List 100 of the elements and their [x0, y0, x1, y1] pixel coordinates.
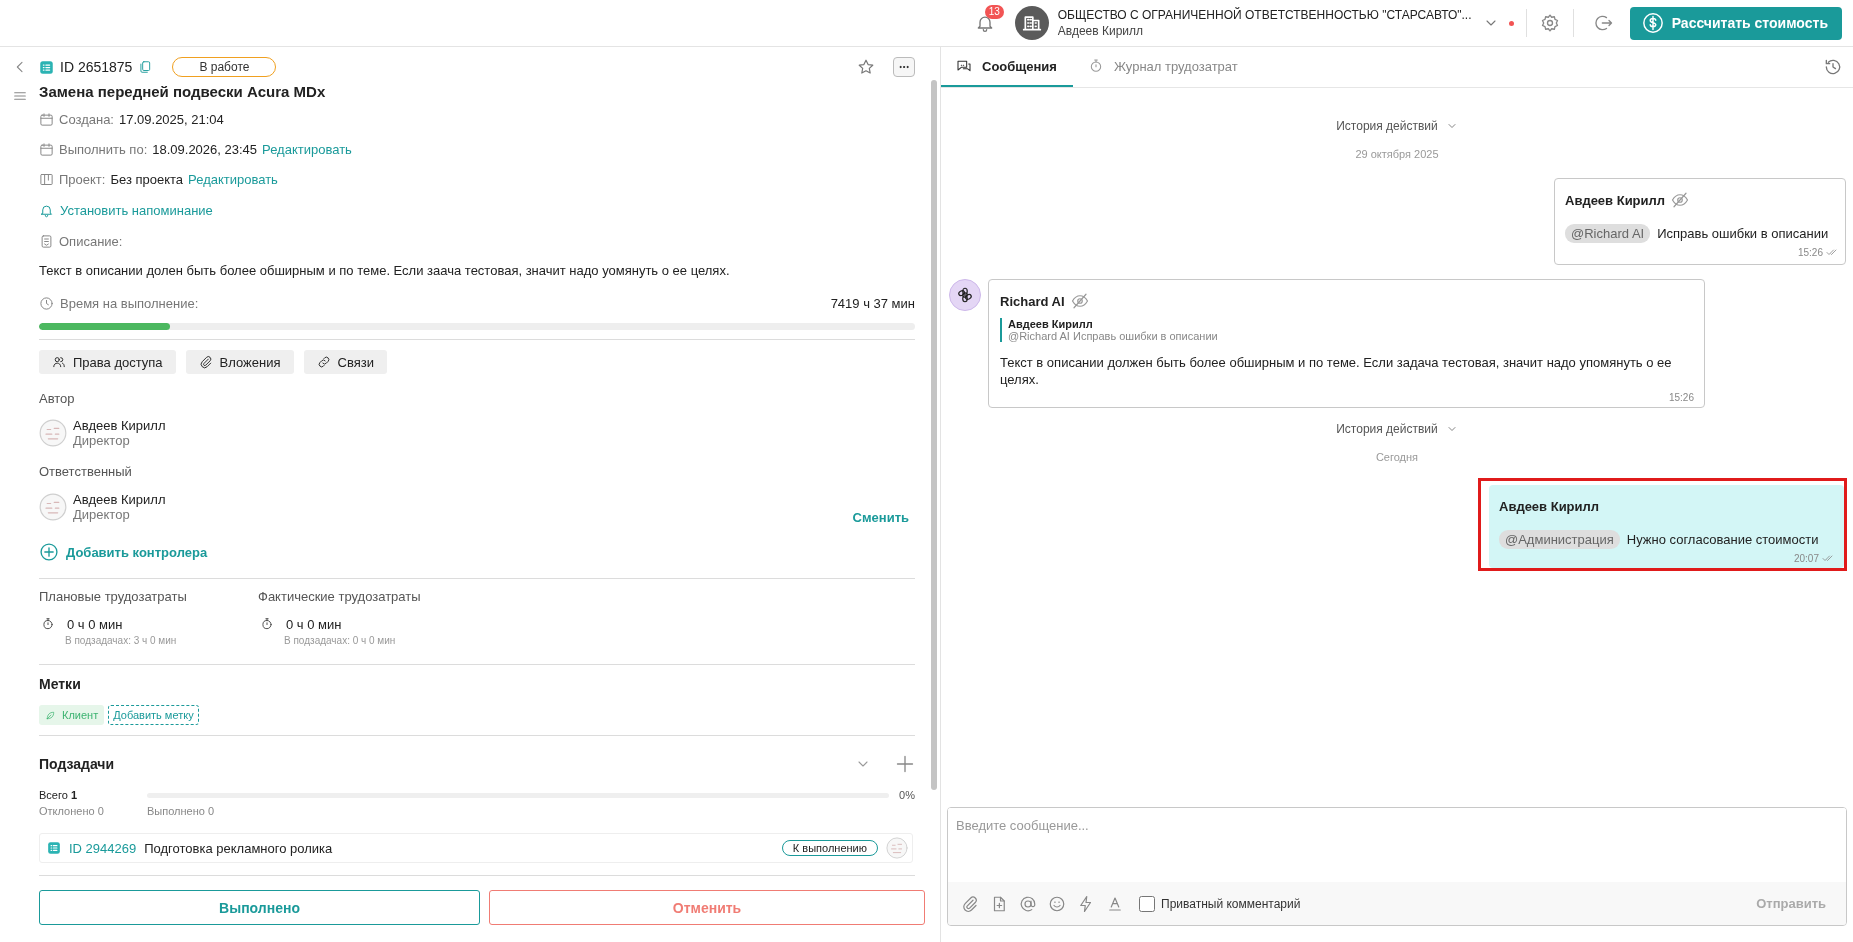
message-time: 15:26	[1797, 246, 1823, 258]
paperclip-icon[interactable]	[961, 894, 979, 913]
action-button[interactable]: Права доступа	[39, 350, 176, 374]
read-ticks-icon	[1822, 552, 1834, 564]
add-tag-button[interactable]: Добавить метку	[108, 705, 199, 725]
quote-author: Авдеев Кирилл	[1008, 318, 1094, 330]
subtask-title: Подготовка рекламного ролика	[144, 840, 333, 856]
link-icon	[316, 355, 331, 369]
message-text: Исправь ошибки в описании	[1657, 226, 1829, 241]
calculate-cost-button[interactable]: Рассчитать стоимость	[1629, 6, 1842, 40]
document-icon	[39, 233, 54, 249]
effort-value: 0 ч 0 мин	[67, 616, 123, 632]
mention-icon[interactable]	[1019, 894, 1037, 913]
set-reminder-link[interactable]: Установить напоминание	[60, 202, 213, 218]
emoji-icon[interactable]	[1048, 894, 1066, 913]
section-title: Подзадачи	[39, 756, 116, 772]
cancel-button[interactable]: Отменить	[489, 890, 925, 925]
description-label: Описание:	[59, 233, 123, 249]
person-name: Авдеев Кирилл	[73, 492, 166, 507]
field-label: Проект:	[59, 171, 106, 187]
message-text: Текст в описании должен быть более обширным и по теме. Если задача тестовая, значит надо упомянуть о ее целях.	[1000, 354, 1673, 388]
field-value: Без проекта	[110, 171, 184, 187]
message-author: Авдеев Кирилл	[1499, 498, 1600, 514]
task-title: Замена передней подвески Acura MDx	[39, 82, 327, 102]
quote-text: @Richard AI Исправь ошибки в описании	[1008, 330, 1219, 342]
person-position: Директор	[73, 433, 131, 448]
mention-chip[interactable]: @Администрация	[1499, 530, 1620, 549]
date-separator: Сегодня	[1374, 450, 1420, 465]
organization-name[interactable]: ОБЩЕСТВО С ОГРАНИЧЕННОЙ ОТВЕТСТВЕННОСТЬЮ "СТАРСАВТО"...	[1057, 8, 1483, 22]
time-value: 7419 ч 37 мин	[830, 295, 915, 311]
subtask-total: Всего 1	[39, 789, 79, 801]
people-icon	[52, 355, 66, 369]
date-separator: 29 октября 2025	[1354, 147, 1440, 162]
message-time: 20:07	[1793, 552, 1819, 564]
add-controller-link[interactable]: Добавить контролера	[66, 544, 208, 560]
add-icon[interactable]	[895, 754, 915, 774]
description-text: Текст в описании долен быть более обширным и по теме. Если заача тестовая, значит надо уомянуть о ее целях.	[39, 262, 731, 280]
rejected-count: Отклонено 0	[39, 805, 105, 819]
board-icon	[39, 171, 54, 187]
person-position: Директор	[73, 507, 131, 522]
settings-icon[interactable]	[1539, 13, 1560, 33]
field-value: 17.09.2025, 21:04	[119, 111, 224, 127]
field-value: 18.09.2026, 23:45	[152, 141, 258, 157]
message-author: Richard AI	[1000, 293, 1065, 309]
person-name: Авдеев Кирилл	[73, 418, 166, 433]
building-icon	[1021, 13, 1042, 33]
action-button[interactable]: Вложения	[185, 350, 294, 374]
calendar-icon	[39, 141, 54, 157]
done-count: Выполнено 0	[147, 805, 215, 819]
role-label: Автор	[39, 390, 76, 408]
status-badge: К выполнению	[781, 840, 878, 856]
avatar	[39, 493, 67, 521]
tab[interactable]: Журнал трудозатрат	[1072, 47, 1254, 87]
status-dot	[1508, 20, 1514, 26]
role-label: Ответственный	[39, 463, 133, 481]
star-icon[interactable]	[857, 58, 875, 76]
paperclip-icon	[198, 355, 213, 369]
add-icon	[39, 542, 59, 562]
bell-icon	[39, 202, 54, 218]
notification-badge: 13	[984, 5, 1004, 19]
tab[interactable]: Сообщения	[941, 47, 1073, 87]
effort-label: Плановые трудозатраты	[39, 588, 188, 606]
subtask-row[interactable]: ID 2944269 Подготовка рекламного ролика К выполнению	[39, 833, 913, 863]
chat-icon	[956, 58, 972, 74]
time-label: Время на выполнение:	[60, 295, 199, 311]
subtask-id[interactable]: ID 2944269	[69, 840, 137, 856]
message-time: 15:26	[1668, 391, 1694, 403]
calendar-icon	[39, 111, 54, 127]
task-id: ID 2651875	[60, 59, 133, 75]
edit-link[interactable]: Редактировать	[262, 141, 352, 157]
stopwatch-icon	[41, 617, 55, 631]
task-icon	[39, 59, 54, 75]
more-button[interactable]	[893, 57, 915, 77]
clock-icon	[39, 295, 54, 311]
tag[interactable]: Клиент	[39, 705, 105, 725]
field-label: Выполнить по:	[59, 141, 148, 157]
message-text: Нужно согласование стоимости	[1626, 532, 1819, 547]
complete-button[interactable]: Выполнено	[39, 890, 480, 925]
scrollbar[interactable]	[931, 80, 937, 790]
private-checkbox[interactable]	[1139, 895, 1155, 912]
history-toggle[interactable]: История действий	[1336, 422, 1438, 436]
effort-label: Фактические трудозатраты	[258, 588, 422, 606]
history-toggle[interactable]: История действий	[1336, 119, 1438, 133]
logout-icon[interactable]	[1593, 13, 1614, 33]
avatar	[39, 419, 67, 447]
organization-avatar[interactable]	[1014, 6, 1049, 40]
private-comment-label: Приватный комментарий	[1161, 896, 1301, 911]
action-button[interactable]: Связи	[303, 350, 387, 374]
user-name: Авдеев Кирилл	[1057, 24, 1145, 38]
task-icon	[47, 841, 61, 855]
history-icon[interactable]	[1823, 57, 1843, 77]
change-link[interactable]: Сменить	[852, 510, 909, 525]
mention-chip[interactable]: @Richard AI	[1565, 224, 1651, 243]
swirl-icon	[956, 286, 974, 304]
dollar-icon	[1641, 12, 1664, 34]
edit-link[interactable]: Редактировать	[188, 171, 278, 187]
copy-icon[interactable]	[138, 60, 153, 74]
stopwatch-icon	[260, 617, 274, 631]
message-author: Авдеев Кирилл	[1565, 192, 1666, 208]
subtask-percent: 0%	[898, 789, 915, 801]
